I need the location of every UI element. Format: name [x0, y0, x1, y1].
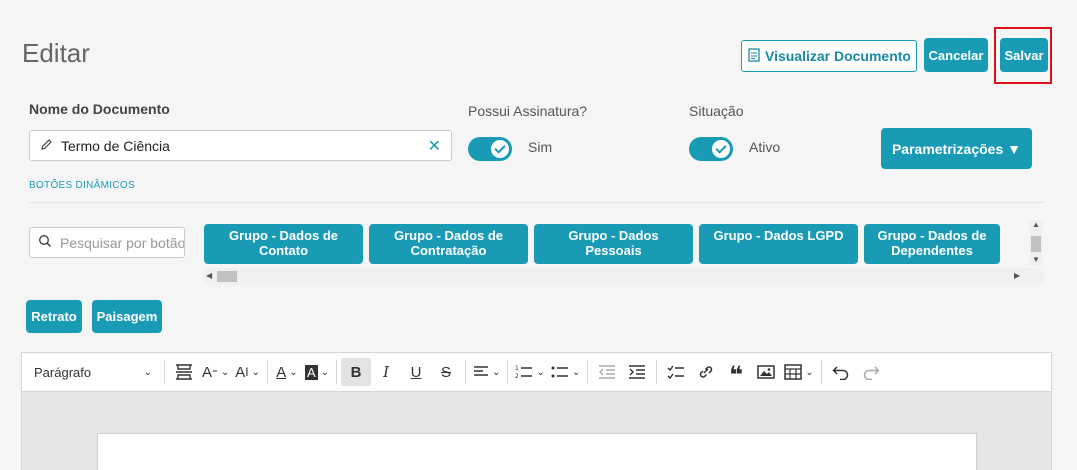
search-placeholder: Pesquisar por botão [60, 234, 185, 251]
toggle-knob [491, 140, 509, 158]
image-icon[interactable] [751, 358, 781, 386]
divider [29, 202, 1044, 203]
signature-toggle[interactable] [468, 137, 512, 161]
pencil-icon [40, 138, 53, 154]
paragraph-dropdown[interactable]: Parágrafo ⌄ [26, 358, 160, 386]
status-toggle[interactable] [689, 137, 733, 161]
doc-name-value: Termo de Ciência [61, 137, 170, 154]
bulleted-list-icon[interactable]: ⌄ [548, 358, 583, 386]
document-icon [747, 47, 761, 65]
todo-list-icon[interactable] [661, 358, 691, 386]
font-size-icon[interactable]: A I ⌄ [232, 358, 263, 386]
scroll-thumb[interactable] [1031, 236, 1041, 252]
font-color-icon[interactable]: A ⌄ [272, 358, 302, 386]
toolbar-separator [164, 360, 165, 384]
text-format-icon[interactable]: A ⁼ ⌄ [199, 358, 232, 386]
numbered-list-icon[interactable]: 1 2 ⌄ [512, 358, 547, 386]
undo-icon[interactable] [826, 358, 856, 386]
editor-page[interactable] [97, 433, 977, 470]
svg-text:1: 1 [515, 365, 519, 372]
toolbar-separator [820, 360, 822, 384]
italic-icon[interactable]: I [371, 358, 401, 386]
signature-value: Sim [528, 139, 553, 155]
toolbar-separator [587, 360, 589, 384]
toolbar-separator [266, 360, 268, 384]
chevron-down-icon: ⌄ [143, 366, 152, 378]
toolbar-separator [336, 360, 338, 384]
page-break-icon[interactable] [169, 358, 199, 386]
status-label: Situação [689, 103, 744, 119]
paragraph-label: Parágrafo [34, 364, 92, 380]
editor-toolbar: Parágrafo ⌄ A ⁼ ⌄ A I ⌄ A ⌄ A ⌄ B I U S ⌄ 1 2 ⌄ … [21, 352, 1052, 392]
group-buttons: Grupo - Dados de Contato Grupo - Dados d… [204, 224, 1000, 264]
group-button-pessoais[interactable]: Grupo - Dados Pessoais [534, 224, 693, 264]
scroll-down-icon[interactable]: ▼ [1032, 255, 1040, 264]
doc-name-field[interactable]: Termo de Ciência ✕ [29, 130, 452, 161]
scroll-right-icon[interactable]: ▶ [1014, 271, 1020, 280]
cancel-button[interactable]: Cancelar [924, 38, 988, 72]
strikethrough-icon[interactable]: S [431, 358, 461, 386]
group-button-contato[interactable]: Grupo - Dados de Contato [204, 224, 363, 264]
doc-name-label: Nome do Documento [29, 101, 170, 117]
table-icon[interactable]: ⌄ [781, 358, 816, 386]
save-button[interactable]: Salvar [1000, 38, 1048, 72]
status-value: Ativo [749, 139, 781, 155]
dynamic-buttons-heading: BOTÕES DINÂMICOS [29, 180, 135, 191]
outdent-icon[interactable] [592, 358, 622, 386]
clear-icon[interactable]: ✕ [428, 136, 441, 156]
save-highlight-box: Salvar [994, 27, 1052, 84]
align-icon[interactable]: ⌄ [470, 358, 503, 386]
indent-icon[interactable] [622, 358, 652, 386]
toolbar-separator [465, 360, 467, 384]
page-title: Editar [22, 38, 90, 68]
toggle-knob [712, 140, 730, 158]
underline-icon[interactable]: U [401, 358, 431, 386]
bold-icon[interactable]: B [341, 358, 372, 386]
view-document-label: Visualizar Documento [764, 48, 911, 64]
scroll-left-icon[interactable]: ◀ [206, 271, 212, 280]
scroll-thumb[interactable] [217, 271, 237, 282]
highlight-color-icon[interactable]: A ⌄ [302, 358, 332, 386]
search-icon [38, 234, 52, 251]
horizontal-scrollbar[interactable]: ◀ ▶ [203, 268, 1044, 285]
scroll-up-icon[interactable]: ▲ [1032, 220, 1040, 229]
view-document-button[interactable]: Visualizar Documento [741, 40, 917, 72]
portrait-button[interactable]: Retrato [26, 300, 82, 333]
redo-icon[interactable] [856, 358, 886, 386]
group-button-lgpd[interactable]: Grupo - Dados LGPD [699, 224, 858, 264]
vertical-scrollbar[interactable]: ▲ ▼ [1029, 220, 1043, 266]
search-input[interactable]: Pesquisar por botão [29, 227, 185, 258]
landscape-button[interactable]: Paisagem [92, 300, 162, 333]
group-button-dependentes[interactable]: Grupo - Dados de Dependentes [864, 224, 1000, 264]
editor-canvas [21, 392, 1052, 470]
parametrizacoes-button[interactable]: Parametrizações ▼ [881, 128, 1032, 169]
signature-label: Possui Assinatura? [468, 103, 588, 119]
blockquote-icon[interactable]: ❝ [721, 358, 751, 389]
group-button-contratacao[interactable]: Grupo - Dados de Contratação [369, 224, 528, 264]
link-icon[interactable] [691, 358, 721, 386]
toolbar-separator [656, 360, 658, 384]
svg-text:2: 2 [515, 373, 519, 380]
toolbar-separator [507, 360, 509, 384]
